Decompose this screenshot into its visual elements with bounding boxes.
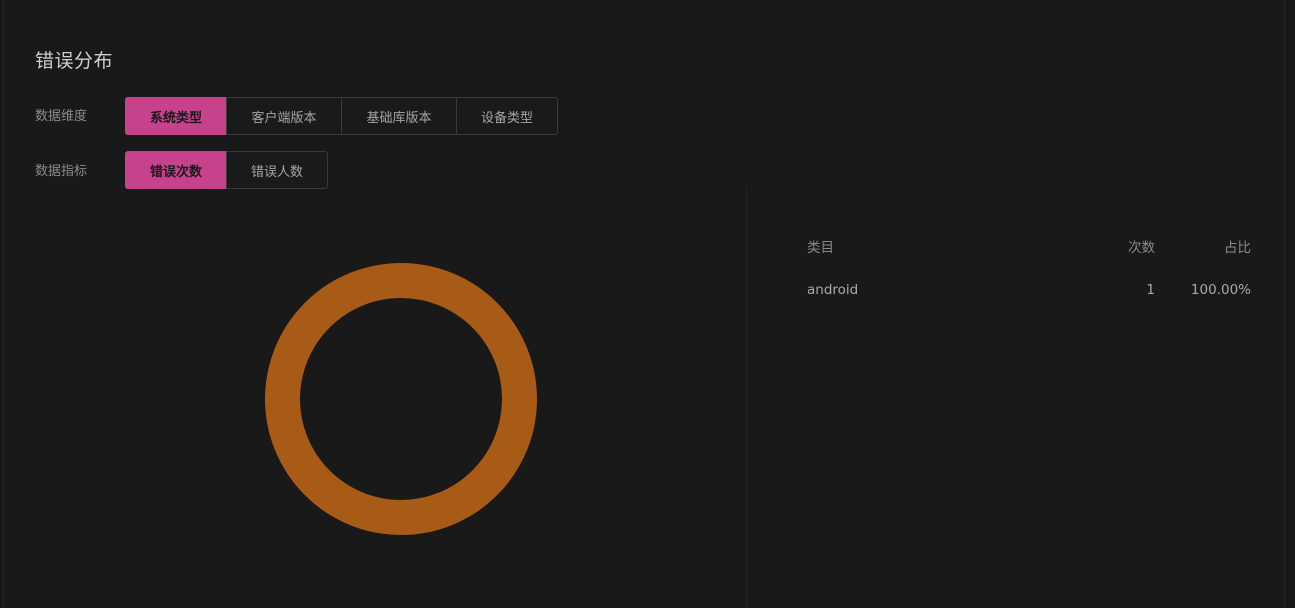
metric-selector: 错误次数 错误人数 bbox=[125, 151, 328, 189]
dimension-option-os-type[interactable]: 系统类型 bbox=[125, 97, 227, 135]
donut-chart-svg bbox=[265, 263, 537, 535]
metric-option-error-users[interactable]: 错误人数 bbox=[226, 151, 328, 189]
donut-slice-android[interactable] bbox=[265, 263, 537, 535]
header-percent: 占比 bbox=[1224, 240, 1251, 256]
table-header: 类目 次数 占比 bbox=[807, 236, 1251, 258]
vertical-divider bbox=[746, 188, 747, 608]
error-distribution-panel: 错误分布 数据维度 系统类型 客户端版本 基础库版本 设备类型 数据指标 错误次… bbox=[3, 0, 1285, 608]
dimension-option-device-type[interactable]: 设备类型 bbox=[456, 97, 558, 135]
row-category: android bbox=[807, 282, 859, 298]
dimension-option-lib-version[interactable]: 基础库版本 bbox=[341, 97, 457, 135]
header-count: 次数 bbox=[1128, 240, 1155, 256]
distribution-table: 类目 次数 占比 android 1 100.00% bbox=[807, 236, 1251, 304]
header-category: 类目 bbox=[807, 240, 834, 256]
dimension-label: 数据维度 bbox=[35, 109, 88, 124]
table-row: android 1 100.00% bbox=[807, 282, 1251, 304]
donut-chart bbox=[4, 188, 746, 608]
metric-label: 数据指标 bbox=[35, 164, 88, 179]
dimension-selector: 系统类型 客户端版本 基础库版本 设备类型 bbox=[125, 97, 558, 135]
section-title: 错误分布 bbox=[35, 50, 114, 72]
row-percent: 100.00% bbox=[1190, 282, 1251, 298]
dimension-option-client-version[interactable]: 客户端版本 bbox=[226, 97, 342, 135]
row-count: 1 bbox=[1146, 282, 1155, 298]
metric-option-error-count[interactable]: 错误次数 bbox=[125, 151, 227, 189]
